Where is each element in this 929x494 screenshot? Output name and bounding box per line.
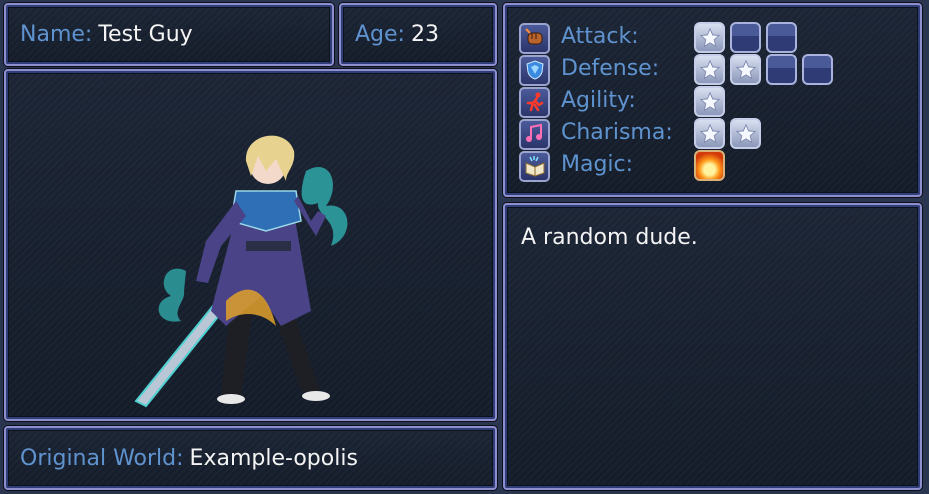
- star-filled-icon: [730, 54, 761, 85]
- stat-row-defense: Defense:: [519, 54, 833, 86]
- star-filled-icon: [694, 118, 725, 149]
- description-panel: A random dude.: [503, 203, 922, 490]
- world-panel: Original World: Example-opolis: [4, 426, 497, 490]
- world-value: Example-opolis: [189, 445, 358, 471]
- attack-rating: [694, 22, 802, 53]
- age-field: Age: 23: [355, 5, 439, 64]
- star-empty-icon: [766, 22, 797, 53]
- agility-label: Agility:: [561, 88, 636, 113]
- star-filled-icon: [694, 86, 725, 117]
- star-empty-icon: [766, 54, 797, 85]
- running-icon: [519, 86, 550, 118]
- age-label: Age:: [355, 22, 405, 47]
- defense-label: Defense:: [561, 56, 660, 81]
- stats-panel: Attack: Defense: Agility: Charisma: Magi…: [503, 3, 922, 197]
- description-text: A random dude.: [521, 225, 698, 250]
- agility-rating: [694, 86, 730, 117]
- world-field: Original World: Example-opolis: [20, 428, 358, 488]
- fire-rating-icon: [694, 150, 725, 181]
- name-panel: Name: Test Guy: [4, 3, 334, 66]
- age-value: 23: [410, 22, 439, 47]
- spellbook-icon: [519, 150, 550, 182]
- charisma-rating: [694, 118, 766, 149]
- magic-rating: [694, 150, 730, 181]
- name-field: Name: Test Guy: [20, 5, 193, 64]
- attack-label: Attack:: [561, 24, 639, 49]
- name-label: Name:: [20, 22, 93, 47]
- fist-icon: [519, 22, 550, 54]
- name-value: Test Guy: [98, 22, 193, 47]
- stat-row-agility: Agility:: [519, 86, 725, 118]
- star-filled-icon: [694, 54, 725, 85]
- star-empty-icon: [802, 54, 833, 85]
- character-portrait-panel: [4, 69, 497, 421]
- star-filled-icon: [694, 22, 725, 53]
- charisma-label: Charisma:: [561, 120, 673, 145]
- stat-row-charisma: Charisma:: [519, 118, 761, 150]
- stat-row-magic: Magic:: [519, 150, 725, 182]
- magic-label: Magic:: [561, 152, 634, 177]
- shield-icon: [519, 54, 550, 86]
- star-empty-icon: [730, 22, 761, 53]
- world-label: Original World:: [20, 445, 184, 471]
- star-filled-icon: [730, 118, 761, 149]
- defense-rating: [694, 54, 838, 85]
- music-note-icon: [519, 118, 550, 150]
- age-panel: Age: 23: [339, 3, 497, 66]
- character-portrait: [134, 135, 348, 408]
- stat-row-attack: Attack:: [519, 22, 797, 54]
